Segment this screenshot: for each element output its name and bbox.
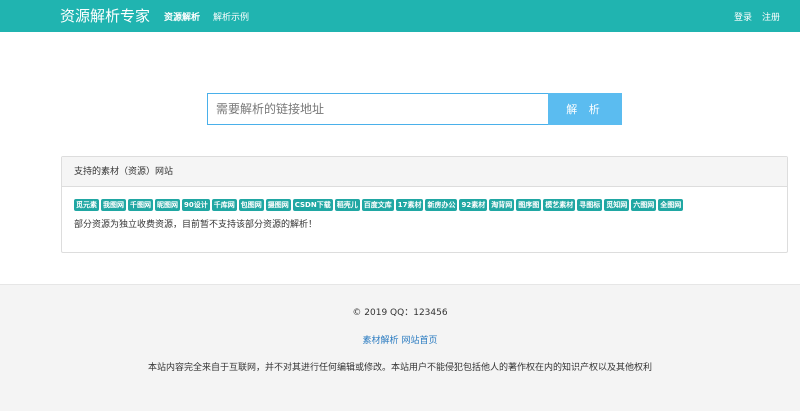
nav-link-resource-parse[interactable]: 资源解析: [164, 10, 200, 23]
site-tag: 淘背网: [489, 199, 515, 211]
top-navbar: 资源解析专家 资源解析 解析示例 登录 注册: [0, 0, 800, 32]
nav-link-parse-examples[interactable]: 解析示例: [213, 10, 249, 23]
page-footer: © 2019 QQ：123456 素材解析 网站首页 本站内容完全来自于互联网，…: [0, 284, 800, 411]
panel-heading: 支持的素材（资源）网站: [62, 157, 787, 187]
brand-title[interactable]: 资源解析专家: [60, 0, 150, 32]
paid-resource-note: 部分资源为独立收费资源，目前暂不支持该部分资源的解析！: [74, 220, 318, 230]
site-tag: 17素材: [395, 199, 424, 211]
site-tag: 模艺素材: [543, 199, 576, 211]
site-tag: 图序图: [516, 199, 542, 211]
panel-body: 觅元素 我图网 千图网 昵图网 90设计 千库网 包图网 摄图网 CSDN下载 …: [62, 187, 787, 242]
site-tag: 觅元素: [74, 199, 99, 211]
site-tag: 千图网: [128, 199, 153, 211]
site-tag: 摄图网: [265, 199, 291, 211]
footer-link-home[interactable]: 网站首页: [401, 336, 437, 346]
footer-link-material-parse[interactable]: 素材解析: [363, 336, 399, 346]
site-tag: 包图网: [238, 199, 264, 211]
site-tag: 90设计: [182, 199, 210, 211]
site-tag: 92素材: [459, 199, 488, 211]
disclaimer-text: 本站内容完全来自于互联网，并不对其进行任何编辑或修改。本站用户不能侵犯包括他人的…: [147, 363, 652, 373]
search-bar: 解 析: [207, 93, 622, 125]
parse-button[interactable]: 解 析: [548, 93, 622, 125]
site-tag: 我图网: [101, 199, 126, 211]
site-tag: 觅知网: [604, 199, 630, 211]
site-tag-list: 觅元素 我图网 千图网 昵图网 90设计 千库网 包图网 摄图网 CSDN下载 …: [74, 199, 775, 211]
site-tag: 稻壳儿: [334, 199, 360, 211]
site-tag: CSDN下载: [292, 199, 333, 211]
site-tag: 千库网: [211, 199, 237, 211]
site-tag: 寻图标: [577, 199, 603, 211]
register-link[interactable]: 注册: [762, 10, 780, 23]
url-input[interactable]: [207, 93, 548, 125]
site-tag: 新房办公: [425, 199, 458, 211]
supported-sites-panel: 支持的素材（资源）网站 觅元素 我图网 千图网 昵图网 90设计 千库网 包图网…: [61, 156, 788, 253]
footer-links: 素材解析 网站首页: [0, 333, 800, 346]
site-tag: 百度文库: [361, 199, 394, 211]
site-tag: 昵图网: [155, 199, 180, 211]
nav-user-actions: 登录 注册: [734, 10, 780, 23]
site-tag: 六图网: [631, 199, 657, 211]
login-link[interactable]: 登录: [734, 10, 752, 23]
site-tag: 全图网: [658, 199, 684, 211]
copyright-text: © 2019 QQ：123456: [352, 308, 448, 318]
